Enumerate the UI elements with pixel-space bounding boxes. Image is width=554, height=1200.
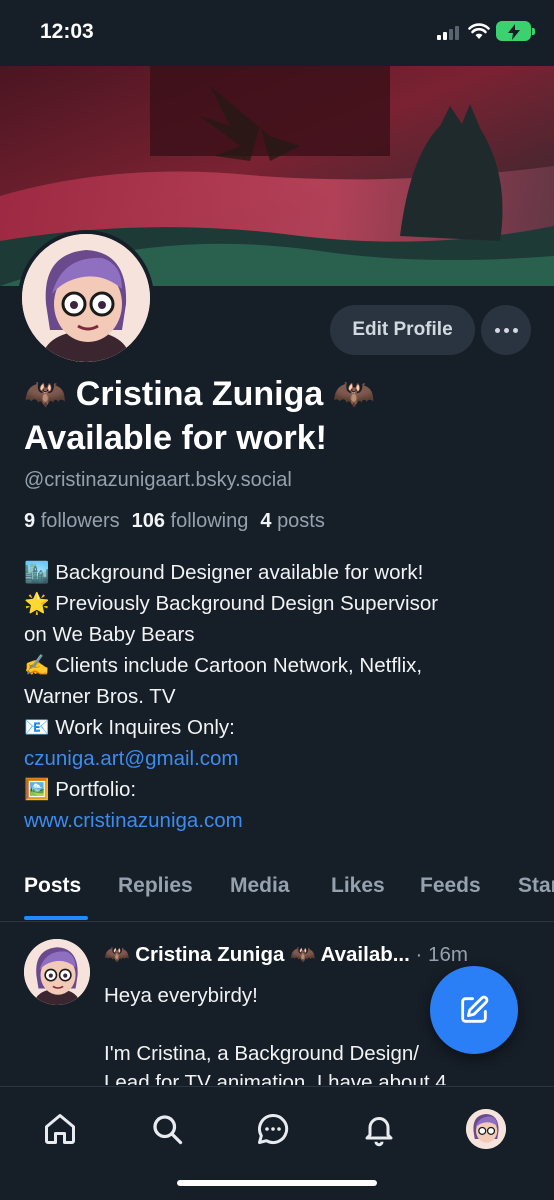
nav-search[interactable] <box>145 1107 189 1151</box>
tab-starter-packs[interactable]: Starter Packs <box>518 874 554 898</box>
compose-icon <box>461 995 489 1023</box>
profile-bio: 🏙️ Background Designer available for wor… <box>24 557 539 836</box>
post-author-name[interactable]: 🦇 Cristina Zuniga 🦇 Availab... <box>104 943 410 966</box>
home-indicator <box>177 1180 377 1186</box>
profile-avatar[interactable] <box>18 230 154 366</box>
search-icon <box>153 1115 183 1145</box>
status-bar: 12:03 <box>0 0 554 66</box>
post-paragraph: Lead for TV animation. I have about 4 <box>104 1071 447 1085</box>
website-link[interactable]: www.cristinazuniga.com <box>24 805 539 836</box>
tab-feeds[interactable]: Feeds <box>420 874 481 898</box>
bio-line: Warner Bros. TV <box>24 685 176 708</box>
bell-icon <box>365 1117 393 1147</box>
bio-line: 🏙️ Background Designer available for wor… <box>24 561 424 584</box>
email-link[interactable]: czuniga.art@gmail.com <box>24 743 539 774</box>
status-time: 12:03 <box>40 20 94 43</box>
display-name: 🦇 Cristina Zuniga 🦇 Available for work! <box>24 375 376 457</box>
tab-media[interactable]: Media <box>230 874 290 898</box>
active-tab-indicator <box>24 916 88 920</box>
signal-icon <box>437 25 459 40</box>
posts-count: 4 posts <box>260 510 325 532</box>
bio-line: 🖼️ Portfolio: <box>24 778 137 801</box>
home-icon <box>45 1114 75 1144</box>
avatar-illustration <box>466 1109 506 1149</box>
more-options-button[interactable] <box>481 305 531 355</box>
profile-handle: @cristinazunigaart.bsky.social <box>24 469 292 491</box>
post-timestamp: · 16m <box>409 943 468 966</box>
edit-profile-button[interactable]: Edit Profile <box>330 305 475 355</box>
profile-tabs: Posts Replies Media Likes Feeds Starter … <box>0 858 554 922</box>
avatar-illustration <box>22 234 150 362</box>
ellipsis-icon <box>494 327 500 333</box>
tab-replies[interactable]: Replies <box>118 874 193 898</box>
compose-button[interactable] <box>430 966 518 1054</box>
avatar-illustration <box>24 939 90 1005</box>
post-author-avatar[interactable] <box>24 939 90 1005</box>
followers-link[interactable]: 9 followers <box>24 510 120 533</box>
following-link[interactable]: 106 following <box>132 510 249 533</box>
battery-icon <box>496 21 535 41</box>
tab-posts[interactable]: Posts <box>24 874 81 898</box>
bio-line: 🌟 Previously Background Design Superviso… <box>24 592 439 615</box>
bio-line: 📧 Work Inquires Only: <box>24 716 235 739</box>
nav-profile-avatar[interactable] <box>466 1109 506 1149</box>
nav-chat[interactable] <box>251 1107 295 1151</box>
nav-home[interactable] <box>38 1107 82 1151</box>
wifi-icon <box>468 23 490 39</box>
bio-line: ✍️ Clients include Cartoon Network, Netf… <box>24 654 423 677</box>
post-header: 🦇 Cristina Zuniga 🦇 Availab... · 16m <box>104 943 544 967</box>
tab-likes[interactable]: Likes <box>331 874 385 898</box>
chat-icon <box>258 1113 289 1144</box>
bio-line: on We Baby Bears <box>24 623 195 646</box>
nav-notifications[interactable] <box>357 1107 401 1151</box>
profile-stats: 9 followers 106 following 4 posts <box>24 510 325 533</box>
